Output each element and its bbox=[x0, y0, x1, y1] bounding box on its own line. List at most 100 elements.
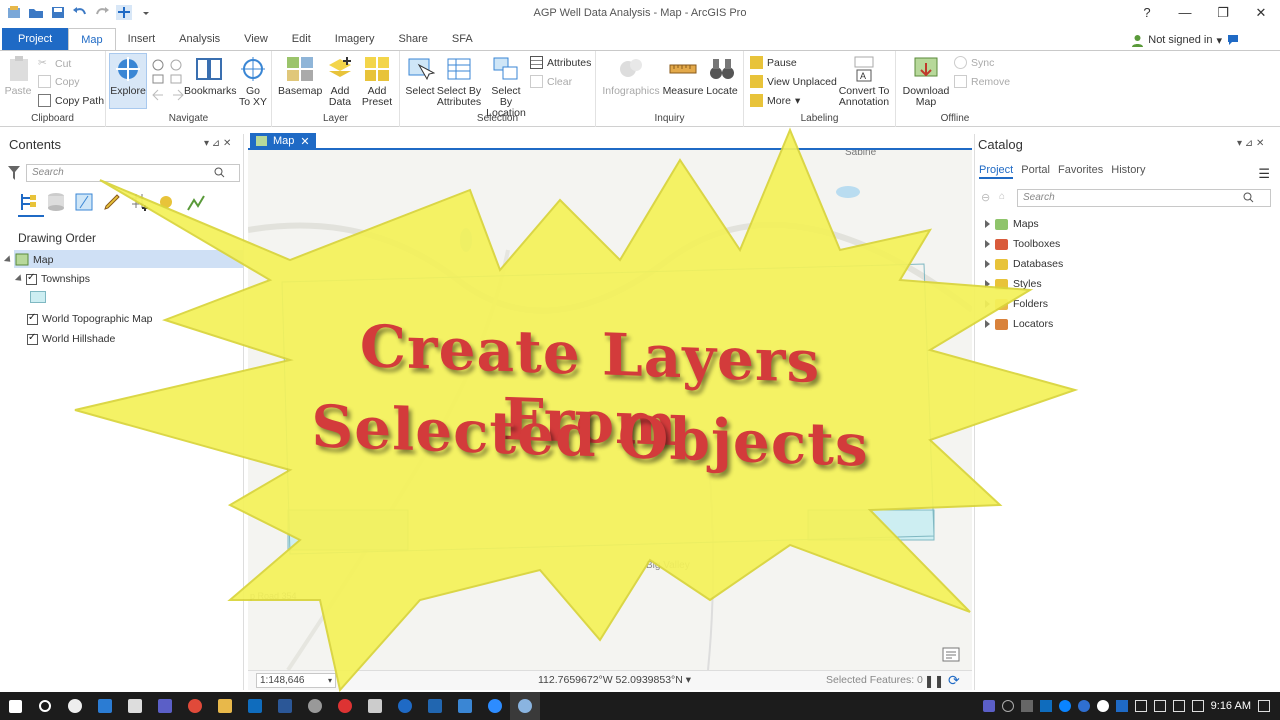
catalog-tab-favorites[interactable]: Favorites bbox=[1058, 164, 1103, 179]
tray-icon[interactable] bbox=[1077, 700, 1090, 712]
expand-icon[interactable] bbox=[985, 240, 990, 248]
wifi-icon[interactable] bbox=[1134, 700, 1147, 712]
tab-map[interactable]: Map bbox=[68, 28, 116, 50]
taskbar-app-2[interactable] bbox=[90, 692, 120, 720]
expand-icon[interactable] bbox=[985, 300, 990, 308]
catalog-item-databases[interactable]: Databases bbox=[985, 258, 1063, 270]
home-icon[interactable]: ⌂ bbox=[999, 191, 1005, 202]
tab-project[interactable]: Project bbox=[2, 28, 69, 50]
catalog-tab-project[interactable]: Project bbox=[979, 164, 1014, 179]
filter-icon[interactable] bbox=[8, 166, 20, 180]
taskbar-app-arcgis[interactable] bbox=[510, 692, 540, 720]
expand-icon[interactable] bbox=[985, 220, 990, 228]
search-taskbar-button[interactable] bbox=[30, 692, 60, 720]
taskbar-app-11[interactable] bbox=[360, 692, 390, 720]
view-unplaced-button[interactable]: View Unplaced bbox=[750, 75, 837, 88]
add-preset-button[interactable]: Add Preset bbox=[358, 55, 396, 108]
notification-icon[interactable] bbox=[1226, 33, 1240, 47]
select-button[interactable]: Select bbox=[404, 55, 436, 97]
restore-button[interactable]: ❐ bbox=[1204, 0, 1242, 26]
tree-layer-world-topo[interactable]: World Topographic Map bbox=[27, 312, 153, 325]
contents-search-input[interactable]: Search bbox=[26, 164, 240, 182]
zoom-arrows-icon[interactable] bbox=[150, 57, 188, 101]
editing-view-icon[interactable] bbox=[102, 192, 122, 212]
tab-insert[interactable]: Insert bbox=[116, 28, 168, 50]
catalog-item-locators[interactable]: Locators bbox=[985, 318, 1053, 330]
catalog-tab-history[interactable]: History bbox=[1111, 164, 1145, 179]
select-by-location-button[interactable]: Select By Location bbox=[484, 55, 528, 119]
expand-icon[interactable] bbox=[985, 280, 990, 288]
taskbar-app-4[interactable] bbox=[150, 692, 180, 720]
start-button[interactable] bbox=[0, 692, 30, 720]
basemap-button[interactable]: Basemap bbox=[278, 55, 322, 97]
copy-path-button[interactable]: Copy Path bbox=[38, 94, 104, 107]
remove-offline-button[interactable]: Remove bbox=[954, 75, 1010, 88]
cut-button[interactable]: ✂ Cut bbox=[38, 57, 71, 70]
catalog-item-folders[interactable]: Folders bbox=[985, 298, 1048, 310]
expand-icon[interactable] bbox=[14, 274, 25, 284]
paste-button[interactable]: Paste bbox=[4, 55, 32, 97]
add-data-button[interactable]: Add Data bbox=[324, 55, 356, 108]
tab-share[interactable]: Share bbox=[387, 28, 440, 50]
expand-icon[interactable] bbox=[985, 320, 990, 328]
copy-button[interactable]: Copy bbox=[38, 75, 80, 88]
clock[interactable]: 9:16 AM bbox=[1211, 700, 1251, 712]
drawing-order-icon[interactable] bbox=[18, 192, 38, 212]
layer-visibility-checkbox[interactable] bbox=[27, 332, 38, 345]
taskbar-app-7[interactable] bbox=[240, 692, 270, 720]
data-source-icon[interactable] bbox=[46, 192, 66, 212]
tray-icon[interactable] bbox=[1096, 700, 1109, 712]
tab-view[interactable]: View bbox=[232, 28, 280, 50]
tray-icon[interactable] bbox=[1039, 700, 1052, 712]
attributes-button[interactable]: Attributes bbox=[530, 56, 591, 69]
tree-layer-townships[interactable]: Townships bbox=[14, 272, 90, 285]
go-to-xy-button[interactable]: Go To XY bbox=[238, 55, 268, 108]
townships-symbol-swatch[interactable] bbox=[30, 291, 46, 303]
catalog-item-toolboxes[interactable]: Toolboxes bbox=[985, 238, 1060, 250]
tab-analysis[interactable]: Analysis bbox=[167, 28, 232, 50]
explore-button[interactable]: Explore bbox=[110, 55, 146, 97]
tab-sfa[interactable]: SFA bbox=[440, 28, 485, 50]
pause-labeling-button[interactable]: Pause bbox=[750, 56, 797, 69]
layer-visibility-checkbox[interactable] bbox=[27, 312, 38, 325]
catalog-item-styles[interactable]: Styles bbox=[985, 278, 1042, 290]
pen-icon[interactable] bbox=[1191, 700, 1204, 712]
measure-button[interactable]: Measure bbox=[662, 55, 704, 97]
bookmarks-button[interactable]: Bookmarks bbox=[184, 55, 237, 97]
selection-view-icon[interactable] bbox=[74, 192, 94, 212]
back-icon[interactable]: ⊖ bbox=[981, 191, 990, 204]
more-labeling-button[interactable]: More ▾ bbox=[750, 94, 800, 107]
scale-selector[interactable]: 1:148,646 ▾ bbox=[256, 673, 336, 688]
labeling-view-icon[interactable] bbox=[158, 192, 178, 212]
tree-map-item[interactable]: Map bbox=[3, 253, 53, 266]
catalog-menu-icon[interactable]: ☰ bbox=[1258, 166, 1270, 182]
contents-pane-controls[interactable]: ▾ ⊿ ✕ bbox=[204, 138, 231, 149]
taskbar-app-5[interactable] bbox=[180, 692, 210, 720]
catalog-item-maps[interactable]: Maps bbox=[985, 218, 1039, 230]
expand-icon[interactable] bbox=[985, 260, 990, 268]
convert-to-annotation-button[interactable]: A Convert To Annotation bbox=[836, 55, 892, 108]
tray-icon[interactable] bbox=[982, 700, 995, 712]
select-by-attributes-button[interactable]: Select By Attributes bbox=[436, 55, 482, 108]
sync-button[interactable]: Sync bbox=[954, 56, 994, 69]
taskbar-app-6[interactable] bbox=[210, 692, 240, 720]
layer-visibility-checkbox[interactable] bbox=[26, 272, 37, 285]
tab-imagery[interactable]: Imagery bbox=[323, 28, 387, 50]
tree-layer-world-hillshade[interactable]: World Hillshade bbox=[27, 332, 115, 345]
catalog-pane-controls[interactable]: ▾ ⊿ ✕ bbox=[1237, 138, 1264, 149]
catalog-tab-portal[interactable]: Portal bbox=[1021, 164, 1050, 179]
map-notes-icon[interactable] bbox=[942, 647, 960, 662]
taskbar-app-9[interactable] bbox=[300, 692, 330, 720]
taskbar-app-10[interactable] bbox=[330, 692, 360, 720]
snapping-view-icon[interactable] bbox=[130, 192, 150, 212]
catalog-search-input[interactable]: Search bbox=[1017, 189, 1271, 207]
close-tab-icon[interactable]: ✕ bbox=[300, 135, 309, 148]
infographics-button[interactable]: Infographics bbox=[602, 55, 660, 97]
bluetooth-icon[interactable] bbox=[1115, 700, 1128, 712]
download-map-button[interactable]: Download Map bbox=[898, 55, 954, 108]
tab-edit[interactable]: Edit bbox=[280, 28, 323, 50]
taskbar-app-15[interactable] bbox=[480, 692, 510, 720]
battery-icon[interactable] bbox=[1172, 700, 1185, 712]
onedrive-icon[interactable] bbox=[1058, 700, 1071, 712]
charts-view-icon[interactable] bbox=[186, 192, 206, 212]
